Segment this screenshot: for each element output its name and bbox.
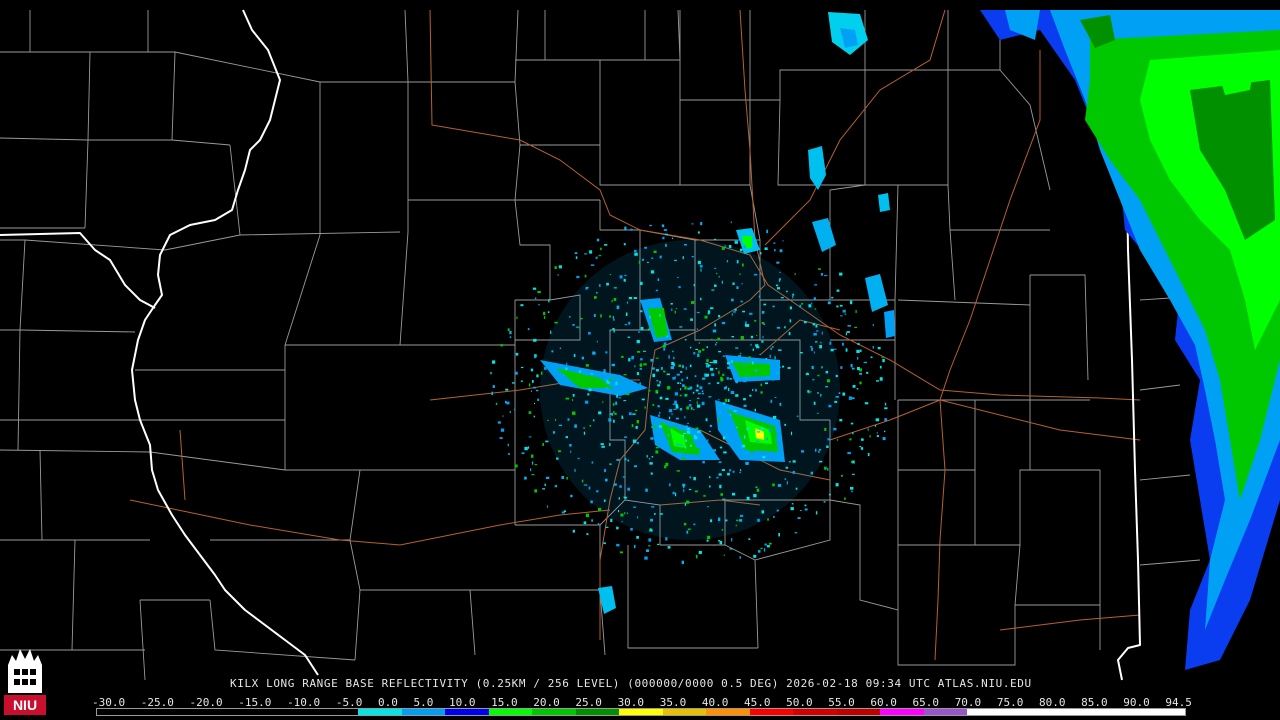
product-caption: KILX LONG RANGE BASE REFLECTIVITY (0.25K… [230, 677, 1032, 690]
scale-segment [575, 709, 620, 715]
scale-label: 45.0 [743, 696, 771, 709]
scale-label: -30.0 [92, 696, 126, 709]
scale-label: 10.0 [449, 696, 476, 709]
scale-label: 75.0 [996, 696, 1024, 709]
scale-segment [662, 709, 707, 715]
scale-segment [401, 709, 446, 715]
scale-segment [445, 709, 489, 715]
scale-label: 20.0 [533, 696, 560, 709]
scale-label: -25.0 [140, 696, 174, 709]
scale-label: 0.0 [377, 696, 398, 709]
scale-segment [923, 709, 968, 715]
scale-label: -20.0 [189, 696, 223, 709]
scale-label: 94.5 [1165, 696, 1192, 709]
scale-segment [1054, 709, 1098, 715]
scale-label: 30.0 [617, 696, 645, 709]
scale-label: -10.0 [287, 696, 321, 709]
scale-label: 85.0 [1081, 696, 1108, 709]
color-scale-labels: -30.0 -25.0 -20.0 -15.0 -10.0 -5.0 0.0 5.0 10.0 1… [92, 696, 1192, 709]
university-tower-icon [8, 649, 42, 693]
scale-label: 15.0 [491, 696, 518, 709]
scale-segment [358, 709, 402, 715]
scale-segment [184, 709, 228, 715]
scale-segment [271, 709, 315, 715]
scale-segment [314, 709, 359, 715]
scale-label: 80.0 [1038, 696, 1066, 709]
radar-clutter [540, 240, 840, 540]
scale-segment [140, 709, 185, 715]
scale-segment [532, 709, 576, 715]
scale-segment [488, 709, 533, 715]
scale-segment [1010, 709, 1055, 715]
scale-label: 5.0 [413, 696, 434, 709]
scale-segment [1141, 709, 1185, 715]
scale-segment [967, 709, 1011, 715]
scale-segment [836, 709, 881, 715]
scale-segment [749, 709, 794, 715]
scale-segment [619, 709, 663, 715]
scale-label: 60.0 [870, 696, 897, 709]
scale-label: -5.0 [335, 696, 363, 709]
scale-segment [706, 709, 750, 715]
logo-text: NIU [13, 697, 37, 713]
scale-segment [1097, 709, 1142, 715]
scale-segment [793, 709, 837, 715]
scale-label: 55.0 [828, 696, 855, 709]
scale-segment [97, 709, 141, 715]
scale-label: 90.0 [1123, 696, 1150, 709]
scale-label: 65.0 [912, 696, 940, 709]
color-scale-bar [96, 708, 1186, 716]
scale-segment [227, 709, 272, 715]
scale-label: 50.0 [786, 696, 813, 709]
niu-logo: NIU [4, 649, 46, 715]
scale-label: -15.0 [238, 696, 272, 709]
radar-map [0, 0, 1280, 720]
scale-label: 70.0 [954, 696, 982, 709]
scale-label: 25.0 [575, 696, 602, 709]
scale-label: 40.0 [701, 696, 729, 709]
scale-label: 35.0 [659, 696, 687, 709]
scale-segment [880, 709, 924, 715]
